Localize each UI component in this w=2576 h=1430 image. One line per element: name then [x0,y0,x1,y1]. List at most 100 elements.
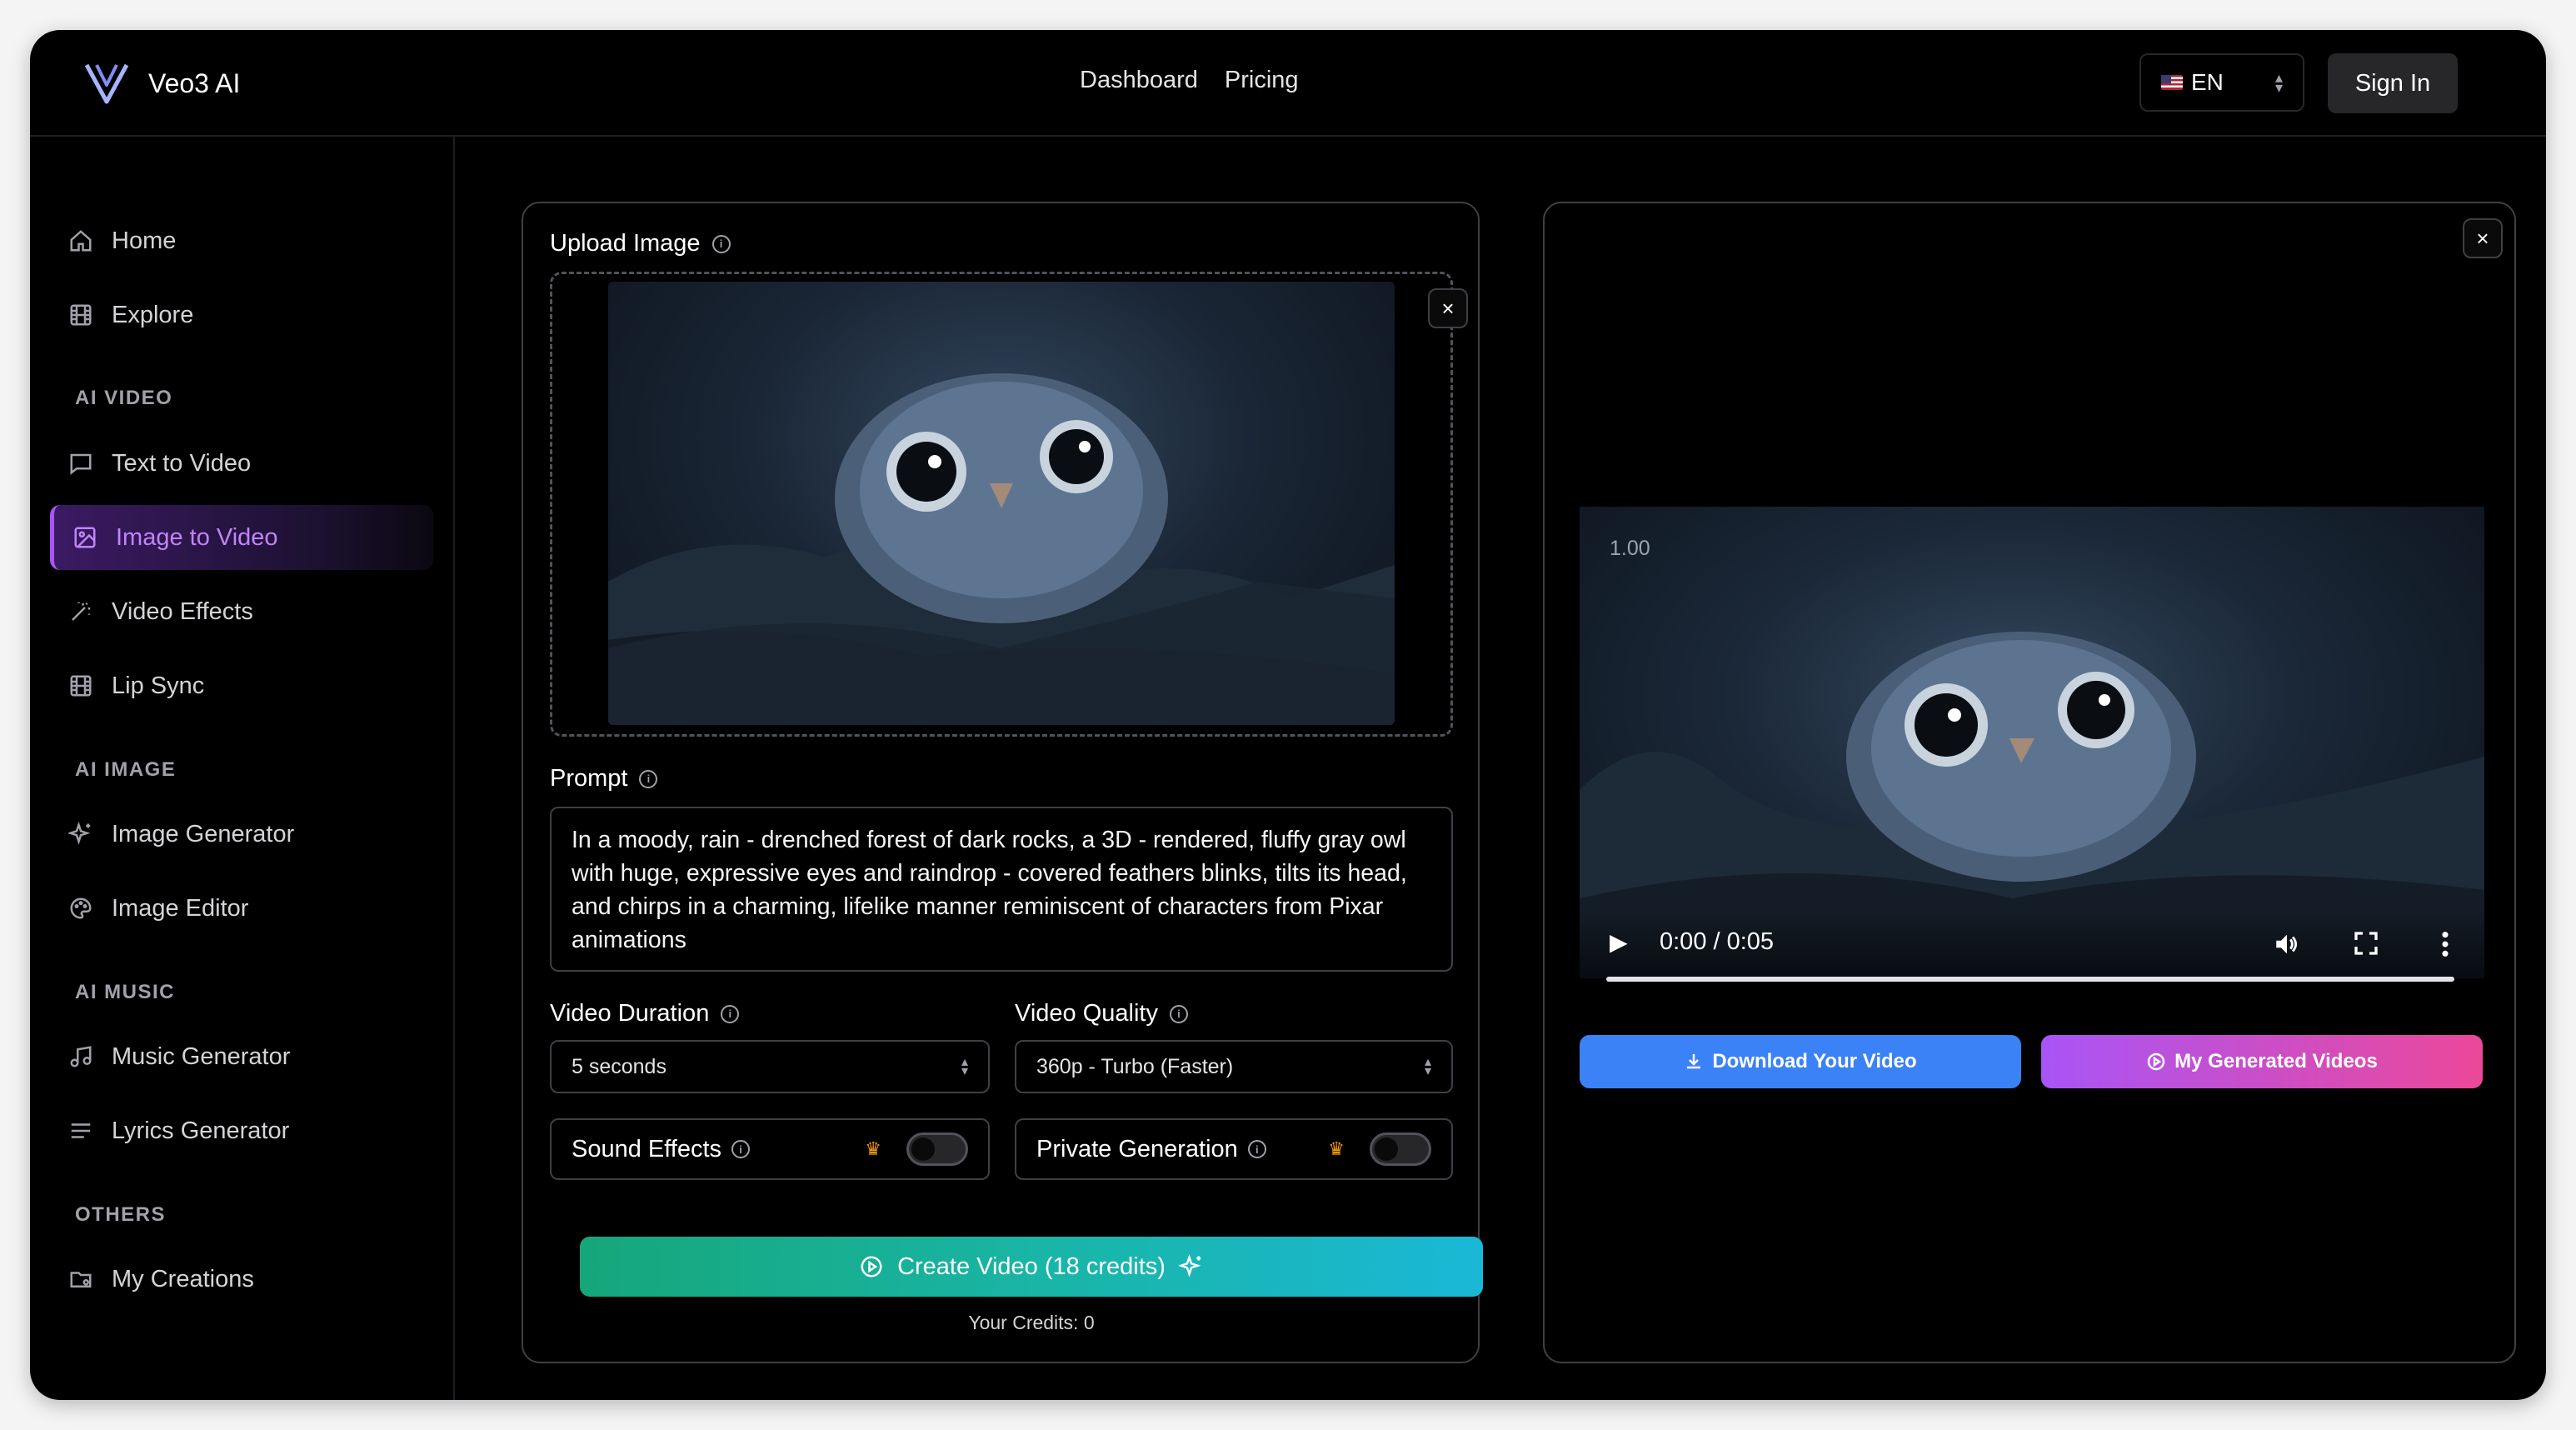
crown-icon: ♛ [865,1138,881,1159]
folder-icon [70,1272,92,1288]
sidebar-item-image-to-video[interactable]: Image to Video [50,505,433,570]
sidebar-item-image-editor[interactable]: Image Editor [50,876,433,941]
sidebar: Home Explore AI VIDEO Text to Video Imag… [30,137,455,1400]
film-icon [70,675,92,697]
home-icon [70,230,92,252]
us-flag-icon [2161,75,2183,90]
section-ai-video: AI VIDEO [75,387,173,409]
app-window: Veo3 AI Dashboard Pricing EN ▴ ▾ Sign In … [30,30,2546,1400]
wand-icon [72,602,91,621]
sidebar-item-label: Explore [112,301,194,328]
video-quality-select[interactable]: 360p - Turbo (Faster) ▴ ▾ [1015,1040,1453,1093]
video-time: 0:00 / 0:05 [1660,928,1775,955]
sidebar-item-video-effects[interactable]: Video Effects [50,579,433,644]
sidebar-item-label: Image to Video [116,523,278,551]
sound-effects-toggle[interactable] [906,1132,968,1166]
info-icon[interactable]: i [711,234,731,253]
crown-icon: ♛ [1328,1138,1345,1159]
nav-dashboard[interactable]: Dashboard [1080,67,1198,94]
fullscreen-icon[interactable] [2353,930,2379,957]
video-quality-label: Video Quality i [1015,1000,1188,1028]
section-ai-music: AI MUSIC [75,981,175,1003]
section-others: OTHERS [75,1203,167,1226]
uploaded-image [608,282,1395,725]
app-name: Veo3 AI [148,68,241,98]
close-icon: × [1441,295,1455,321]
owl-image [608,373,1395,725]
music-icon [70,1046,92,1068]
sidebar-item-explore[interactable]: Explore [50,282,433,348]
chevron-updown-icon: ▴ ▾ [2274,69,2283,96]
download-video-button[interactable]: Download Your Video [1580,1035,2021,1088]
credits-balance: Your Credits: 0 [968,1312,1095,1333]
prompt-label: Prompt i [550,765,658,792]
sparkles-icon [68,822,91,845]
video-progress-bar[interactable] [1606,977,2454,982]
create-video-label: Create Video (18 credits) [897,1252,1166,1280]
play-circle-icon [2147,1052,2165,1071]
close-preview-button[interactable]: × [2463,218,2503,258]
sidebar-item-label: Music Generator [112,1042,291,1070]
video-duration-value: 5 seconds [572,1054,666,1078]
info-icon[interactable]: i [639,769,658,788]
sidebar-item-label: Video Effects [112,598,253,625]
video-duration-select[interactable]: 5 seconds ▴ ▾ [550,1040,990,1093]
video-player[interactable]: 1.00 ▶ 0:00 / 0:05 [1580,507,2484,978]
chevron-updown-icon: ▴ ▾ [961,1055,968,1078]
prompt-textarea[interactable]: In a moody, rain - drenched forest of da… [550,807,1453,972]
watermark-text: 1.00 [1610,537,1650,560]
info-icon[interactable]: i [1247,1140,1266,1158]
logo[interactable]: Veo3 AI [83,62,240,105]
sidebar-item-my-creations[interactable]: My Creations [50,1247,433,1312]
play-icon[interactable]: ▶ [1610,928,1628,956]
message-square-icon [70,453,92,475]
download-icon [1687,1054,1701,1069]
sidebar-item-music-generator[interactable]: Music Generator [50,1024,433,1089]
sidebar-item-label: Image Generator [112,820,295,848]
private-generation-option: Private Generation i ♛ [1015,1118,1453,1180]
sidebar-item-label: Text to Video [112,449,252,477]
info-icon[interactable]: i [731,1140,751,1158]
language-select[interactable]: EN ▴ ▾ [2139,53,2304,112]
film-icon [70,304,92,326]
info-icon[interactable]: i [1169,1004,1188,1023]
sidebar-item-label: Lip Sync [112,672,205,699]
sidebar-item-label: Home [112,227,177,254]
image-icon [74,527,96,548]
video-duration-label: Video Duration i [550,1000,740,1028]
text-lines-icon [71,1123,91,1138]
play-circle-icon [861,1256,882,1278]
main-nav: Dashboard Pricing [1080,67,1299,94]
remove-image-button[interactable]: × [1428,288,1468,328]
prompt-text: In a moody, rain - drenched forest of da… [572,827,1407,953]
sidebar-item-home[interactable]: Home [50,208,433,273]
sidebar-item-label: Image Editor [112,894,249,922]
chevron-updown-icon: ▴ ▾ [1424,1055,1431,1078]
info-icon[interactable]: i [721,1004,740,1023]
sparkles-icon [1178,1254,1201,1278]
sign-in-button[interactable]: Sign In [2328,53,2458,113]
volume-icon[interactable] [2273,930,2301,958]
private-generation-label: Private Generation [1036,1135,1238,1162]
top-bar: Veo3 AI Dashboard Pricing EN ▴ ▾ Sign In [30,30,2546,137]
close-icon: × [2476,225,2489,251]
video-quality-value: 360p - Turbo (Faster) [1036,1054,1234,1078]
sidebar-item-lyrics-generator[interactable]: Lyrics Generator [50,1098,433,1163]
nav-pricing[interactable]: Pricing [1225,67,1299,94]
more-vertical-icon[interactable] [2439,930,2451,958]
create-video-button[interactable]: Create Video (18 credits) [580,1237,1483,1297]
sound-effects-label: Sound Effects [572,1135,722,1162]
upload-image-label: Upload Image i [550,230,731,258]
download-video-label: Download Your Video [1712,1050,1917,1072]
private-generation-toggle[interactable] [1370,1132,1431,1166]
language-value: EN [2191,69,2224,95]
owl-video-frame [1580,632,2484,978]
sound-effects-option: Sound Effects i ♛ [550,1118,990,1180]
my-generated-videos-label: My Generated Videos [2174,1050,2378,1072]
sidebar-item-image-generator[interactable]: Image Generator [50,802,433,867]
sidebar-item-text-to-video[interactable]: Text to Video [50,431,433,496]
section-ai-image: AI IMAGE [75,758,177,781]
my-generated-videos-button[interactable]: My Generated Videos [2041,1035,2483,1088]
sidebar-item-lip-sync[interactable]: Lip Sync [50,653,433,718]
palette-icon [70,898,92,919]
